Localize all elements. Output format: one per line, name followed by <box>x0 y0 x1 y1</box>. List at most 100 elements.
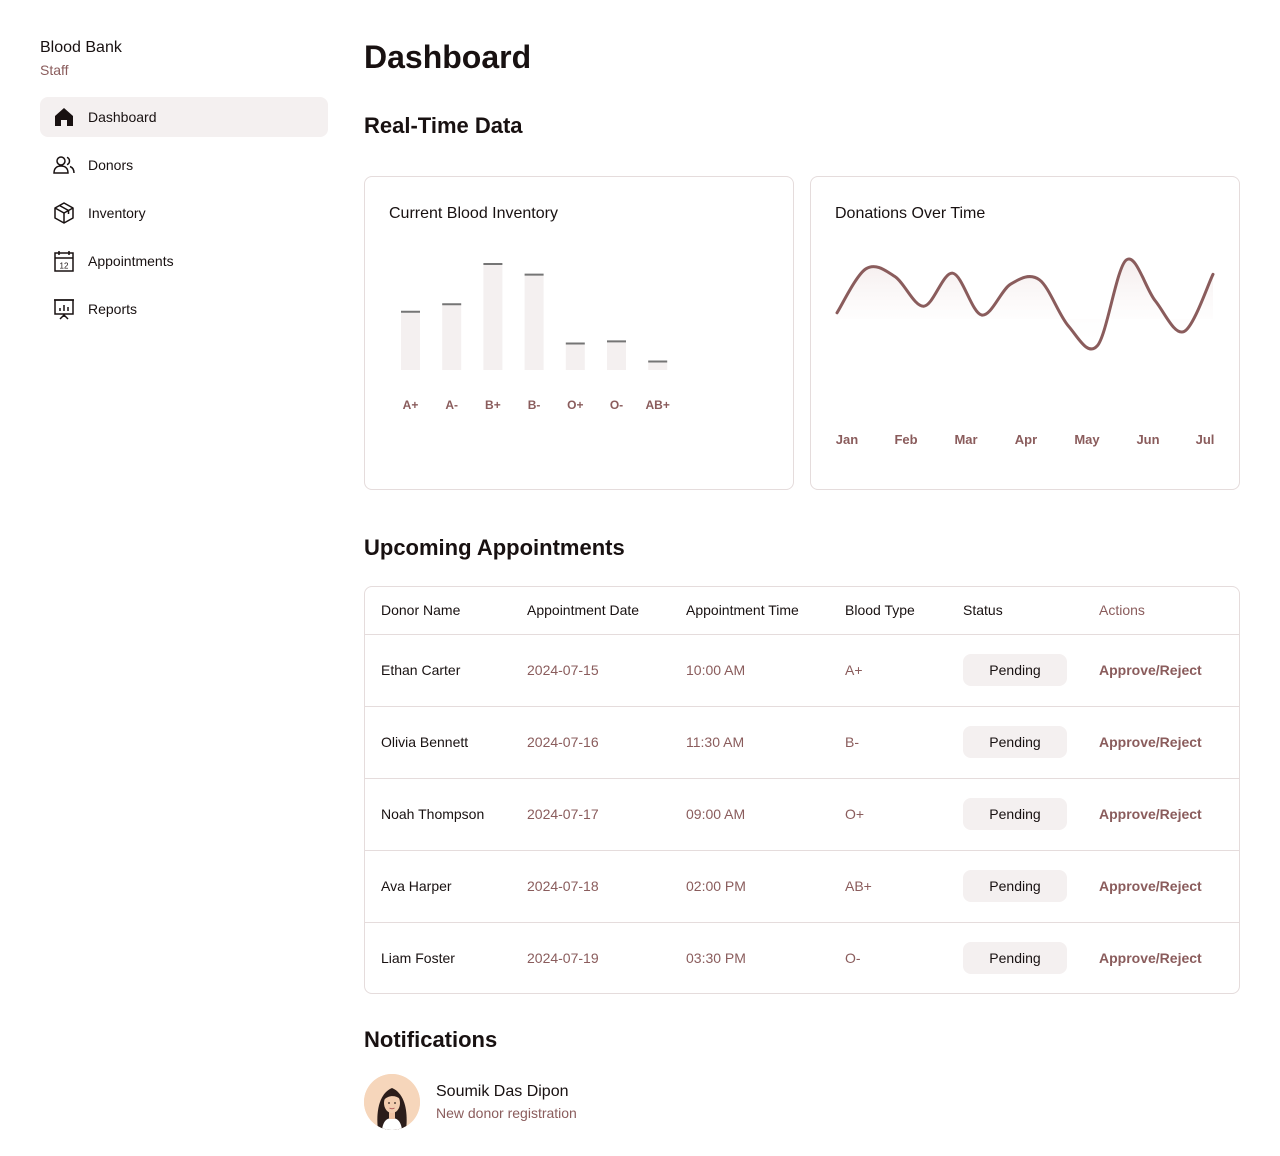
approve-reject-link[interactable]: Approve/Reject <box>1099 878 1202 894</box>
appointments-table: Donor Name Appointment Date Appointment … <box>364 586 1240 994</box>
appointment-date: 2024-07-15 <box>511 633 670 706</box>
sidebar-item-label: Donors <box>88 157 134 173</box>
approve-reject-link[interactable]: Approve/Reject <box>1099 950 1202 966</box>
status-badge[interactable]: Pending <box>963 726 1067 758</box>
inventory-bar-chart: A+ A- B+ B- O+ O- AB+ <box>401 263 670 412</box>
x-tick-label: Feb <box>894 432 917 447</box>
status-badge[interactable]: Pending <box>963 942 1067 975</box>
donations-chart-card: Donations Over Time Jan Feb Mar Apr May Jun Ju… <box>810 176 1240 490</box>
sidebar-item-reports[interactable]: Reports <box>40 289 328 329</box>
actions-cell: Approve/Reject <box>1083 705 1239 778</box>
notification-name: Soumik Das Dipon <box>436 1083 569 1100</box>
sidebar-item-inventory[interactable]: Inventory <box>40 193 328 233</box>
approve-reject-link[interactable]: Approve/Reject <box>1099 734 1202 750</box>
x-tick-label: May <box>1074 432 1100 447</box>
appointment-time: 10:00 AM <box>670 633 829 706</box>
presentation-chart-icon <box>52 297 76 321</box>
donor-name: Noah Thompson <box>365 777 511 850</box>
column-header: Appointment Date <box>527 602 640 619</box>
blood-type: AB+ <box>829 849 947 922</box>
page-title: Dashboard <box>364 39 532 75</box>
notification-text: Soumik Das Dipon New donor registration <box>436 1081 577 1123</box>
x-tick-label: Mar <box>954 432 977 447</box>
column-header: Appointment Time <box>686 602 799 619</box>
bar-A+ <box>401 311 420 370</box>
approve-reject-link[interactable]: Approve/Reject <box>1099 806 1202 822</box>
users-icon <box>52 153 76 177</box>
appointment-time: 11:30 AM <box>670 705 829 778</box>
app-title: Blood Bank <box>40 39 122 56</box>
realtime-section-title: Real-Time Data <box>364 113 523 138</box>
notification-item[interactable]: Soumik Das Dipon New donor registration <box>364 1074 577 1130</box>
appointment-date: 2024-07-17 <box>511 777 670 850</box>
table-row: Liam Foster 2024-07-19 03:30 PM O- Pendi… <box>365 921 1239 993</box>
appointment-date: 2024-07-16 <box>511 705 670 778</box>
bar-O- <box>607 341 626 370</box>
x-tick-label: B+ <box>485 398 501 412</box>
status-cell: Pending <box>947 849 1083 922</box>
package-icon <box>52 201 76 225</box>
app-subtitle: Staff <box>40 62 69 78</box>
actions-cell: Approve/Reject <box>1083 921 1239 993</box>
appointment-date: 2024-07-19 <box>511 921 670 993</box>
sidebar-item-label: Inventory <box>88 205 146 221</box>
sidebar-item-dashboard[interactable]: Dashboard <box>40 97 328 137</box>
donor-name: Ethan Carter <box>365 633 511 706</box>
x-tick-label: Jul <box>1196 432 1215 447</box>
sidebar-item-label: Dashboard <box>88 109 157 125</box>
notifications-section-title: Notifications <box>364 1027 498 1052</box>
sidebar-nav: Dashboard Donors Inventory 12 Appointmen… <box>40 97 328 329</box>
status-badge[interactable]: Pending <box>963 798 1067 830</box>
x-tick-label: A+ <box>403 398 419 412</box>
status-badge[interactable]: Pending <box>963 654 1067 686</box>
x-tick-label: O- <box>610 398 623 412</box>
x-tick-label: AB+ <box>646 398 670 412</box>
table-row: Ava Harper 2024-07-18 02:00 PM AB+ Pendi… <box>365 849 1239 922</box>
inventory-chart-card: Current Blood Inventory A+ A- B+ B- O+ O- AB+ <box>364 176 794 490</box>
table-header-row: Donor Name Appointment Date Appointment … <box>365 587 1239 634</box>
appointment-date: 2024-07-18 <box>511 849 670 922</box>
column-header: Donor Name <box>381 602 461 619</box>
approve-reject-link[interactable]: Approve/Reject <box>1099 662 1202 678</box>
bar-B+ <box>483 264 503 370</box>
blood-type: B- <box>829 705 947 778</box>
actions-cell: Approve/Reject <box>1083 849 1239 922</box>
status-badge[interactable]: Pending <box>963 870 1067 902</box>
appointment-time: 02:00 PM <box>670 849 829 922</box>
bar-B- <box>524 274 544 370</box>
appointments-section-title: Upcoming Appointments <box>364 535 625 560</box>
sidebar-item-donors[interactable]: Donors <box>40 145 328 185</box>
x-tick-label: A- <box>445 398 458 412</box>
table-row: Ethan Carter 2024-07-15 10:00 AM A+ Pend… <box>365 633 1239 706</box>
table-row: Noah Thompson 2024-07-17 09:00 AM O+ Pen… <box>365 777 1239 850</box>
blood-type: O+ <box>829 777 947 850</box>
sidebar-item-appointments[interactable]: 12 Appointments <box>40 241 328 281</box>
column-header: Status <box>963 602 1003 619</box>
x-tick-label: Apr <box>1015 432 1037 447</box>
actions-cell: Approve/Reject <box>1083 633 1239 706</box>
x-tick-label: Jan <box>836 432 858 447</box>
bar-A- <box>442 304 462 370</box>
appointment-time: 09:00 AM <box>670 777 829 850</box>
donor-name: Olivia Bennett <box>365 705 511 778</box>
notification-message: New donor registration <box>436 1105 577 1121</box>
column-header: Actions <box>1099 602 1145 619</box>
blood-type: A+ <box>829 633 947 706</box>
sidebar-item-label: Reports <box>88 301 138 317</box>
status-cell: Pending <box>947 777 1083 850</box>
x-tick-label: O+ <box>567 398 583 412</box>
avatar <box>364 1074 420 1130</box>
bar-O+ <box>565 343 585 370</box>
sidebar-item-label: Appointments <box>88 253 174 269</box>
donations-line-chart: Jan Feb Mar Apr May Jun Jul <box>835 257 1215 447</box>
bar-AB+ <box>648 361 668 370</box>
sidebar: Blood Bank Staff Dashboard Donors Invent… <box>40 38 328 337</box>
blood-type: O- <box>829 921 947 993</box>
actions-cell: Approve/Reject <box>1083 777 1239 850</box>
table-row: Olivia Bennett 2024-07-16 11:30 AM B- Pe… <box>365 705 1239 778</box>
appointment-time: 03:30 PM <box>670 921 829 993</box>
svg-text:12: 12 <box>60 262 69 271</box>
x-tick-label: B- <box>528 398 541 412</box>
donor-name: Liam Foster <box>365 921 511 993</box>
status-cell: Pending <box>947 705 1083 778</box>
